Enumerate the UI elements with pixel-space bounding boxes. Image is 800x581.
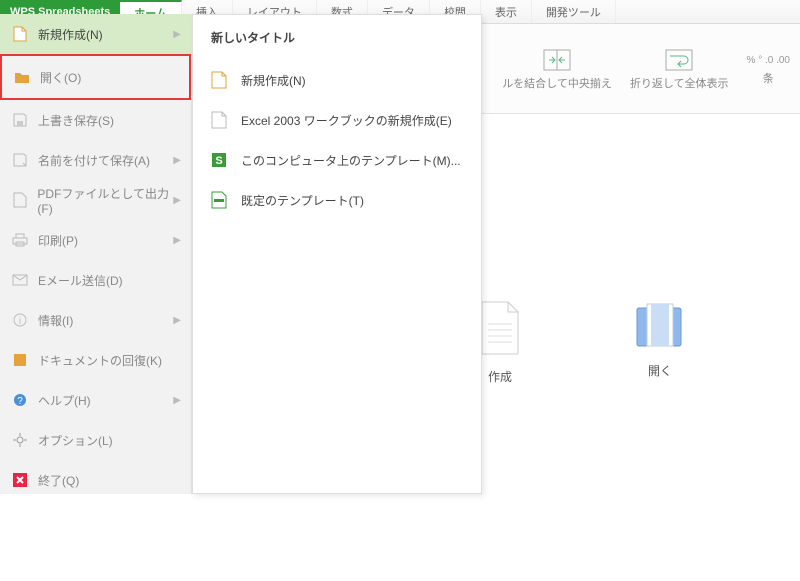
sidebar-item-open[interactable]: 開く(O) — [0, 54, 191, 100]
sidebar-item-info[interactable]: i 情報(I) ▶ — [0, 300, 191, 340]
help-icon: ? — [12, 392, 28, 408]
sidebar-item-label: 新規作成(N) — [38, 26, 103, 43]
chevron-right-icon: ▶ — [173, 155, 181, 166]
sidebar-item-label: 上書き保存(S) — [38, 112, 114, 129]
print-icon — [12, 232, 28, 248]
ribbon-format-icon: % ° .0 .00 — [747, 55, 790, 66]
sidebar-item-label: 情報(I) — [38, 312, 73, 329]
close-icon — [12, 472, 28, 488]
chevron-right-icon: ▶ — [173, 315, 181, 326]
start-new-label: 作成 — [488, 368, 512, 385]
sidebar-item-recover[interactable]: ドキュメントの回復(K) — [0, 340, 191, 380]
sidebar-item-new[interactable]: 新規作成(N) ▶ — [0, 14, 191, 54]
sidebar-item-options[interactable]: オプション(L) — [0, 420, 191, 460]
sidebar-item-label: PDFファイルとして出力(F) — [37, 185, 179, 216]
ribbon-merge-label: ルを結合して中央揃え — [502, 75, 612, 91]
submenu-title: 新しいタイトル — [211, 29, 463, 46]
sidebar-item-label: Eメール送信(D) — [38, 272, 123, 289]
ribbon-right-cut: 条 — [763, 70, 774, 86]
submenu-item-label: Excel 2003 ワークブックの新規作成(E) — [241, 112, 452, 129]
ribbon-merge-cells[interactable]: ルを結合して中央揃え — [502, 49, 612, 91]
wrap-text-icon — [665, 49, 693, 71]
tab-view[interactable]: 表示 — [481, 0, 532, 23]
sidebar-item-exit[interactable]: 終了(Q) — [0, 460, 191, 500]
sidebar-item-label: ヘルプ(H) — [38, 392, 91, 409]
chevron-right-icon: ▶ — [173, 195, 181, 206]
ribbon-format-group[interactable]: % ° .0 .00 条 — [747, 55, 790, 86]
excel-file-icon — [211, 111, 227, 129]
submenu-item-label: このコンピュータ上のテンプレート(M)... — [241, 152, 461, 169]
document-icon — [478, 300, 522, 356]
save-icon — [12, 112, 28, 128]
folder-icon — [633, 300, 687, 350]
ribbon-wrap-text[interactable]: 折り返して全体表示 — [630, 49, 729, 91]
submenu-item-template[interactable]: S このコンピュータ上のテンプレート(M)... — [211, 140, 463, 180]
info-icon: i — [12, 312, 28, 328]
sidebar-item-label: 開く(O) — [40, 69, 81, 86]
sidebar-item-label: ドキュメントの回復(K) — [38, 352, 162, 369]
start-open-label: 開く — [648, 362, 672, 379]
svg-text:i: i — [19, 316, 21, 327]
merge-cells-icon — [543, 49, 571, 71]
save-as-icon — [12, 152, 28, 168]
sidebar-item-label: 名前を付けて保存(A) — [38, 152, 150, 169]
new-file-icon — [211, 71, 227, 89]
sidebar-item-print[interactable]: 印刷(P) ▶ — [0, 220, 191, 260]
submenu-item-label: 新規作成(N) — [241, 72, 306, 89]
sidebar-item-pdf[interactable]: PDFファイルとして出力(F) ▶ — [0, 180, 191, 220]
sidebar-item-save[interactable]: 上書き保存(S) — [0, 100, 191, 140]
sidebar-item-email[interactable]: Eメール送信(D) — [0, 260, 191, 300]
submenu-item-default-template[interactable]: 既定のテンプレート(T) — [211, 180, 463, 220]
submenu-item-label: 既定のテンプレート(T) — [241, 192, 364, 209]
submenu-item-new[interactable]: 新規作成(N) — [211, 60, 463, 100]
chevron-right-icon: ▶ — [173, 235, 181, 246]
sidebar-item-help[interactable]: ? ヘルプ(H) ▶ — [0, 380, 191, 420]
pdf-icon — [12, 192, 27, 208]
chevron-right-icon: ▶ — [173, 395, 181, 406]
sidebar-item-saveas[interactable]: 名前を付けて保存(A) ▶ — [0, 140, 191, 180]
default-template-icon — [211, 191, 227, 209]
new-file-icon — [12, 26, 28, 42]
new-submenu: 新しいタイトル 新規作成(N) Excel 2003 ワークブックの新規作成(E… — [192, 14, 482, 494]
start-open-icon[interactable]: 開く — [620, 300, 700, 385]
ribbon-wrap-label: 折り返して全体表示 — [630, 75, 729, 91]
sidebar-item-label: 印刷(P) — [38, 232, 78, 249]
submenu-item-excel2003[interactable]: Excel 2003 ワークブックの新規作成(E) — [211, 100, 463, 140]
svg-text:S: S — [215, 155, 222, 167]
chevron-right-icon: ▶ — [173, 29, 181, 40]
ribbon-right-group: ルを結合して中央揃え 折り返して全体表示 % ° .0 .00 条 — [502, 30, 790, 110]
sidebar-item-label: 終了(Q) — [38, 472, 79, 489]
tab-dev[interactable]: 開発ツール — [532, 0, 616, 23]
start-screen-icons: 作成 開く — [460, 300, 700, 385]
folder-open-icon — [14, 69, 30, 85]
template-icon: S — [211, 152, 227, 168]
svg-text:?: ? — [17, 396, 23, 407]
sidebar-item-label: オプション(L) — [38, 432, 113, 449]
recover-icon — [12, 352, 28, 368]
file-menu-sidebar: 新規作成(N) ▶ 開く(O) 上書き保存(S) 名前を付けて保存(A) ▶ P… — [0, 14, 192, 494]
gear-icon — [12, 432, 28, 448]
email-icon — [12, 272, 28, 288]
